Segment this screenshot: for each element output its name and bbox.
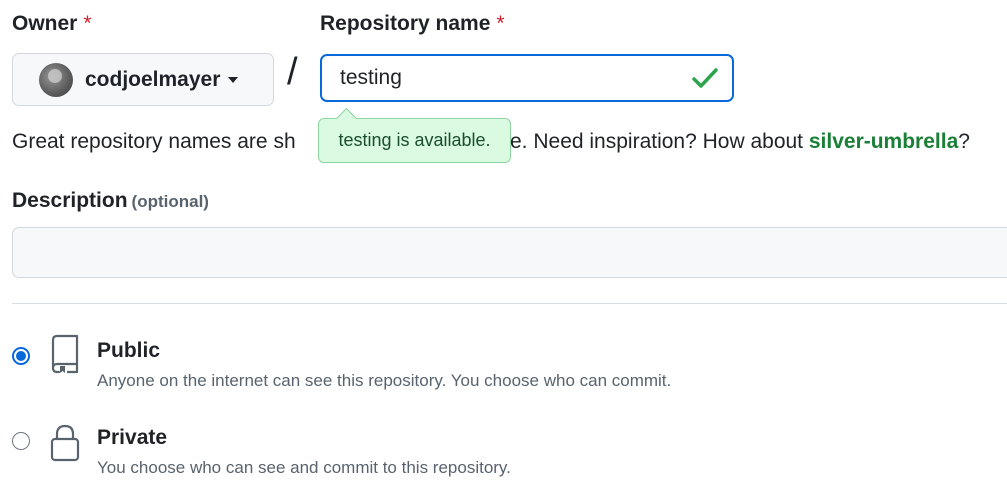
repository-required-mark: * xyxy=(496,12,505,35)
public-radio[interactable] xyxy=(12,347,30,365)
repository-name-label: Repository name * xyxy=(320,12,505,36)
repository-name-field xyxy=(320,54,734,102)
avatar xyxy=(39,62,73,97)
public-option-title[interactable]: Public xyxy=(97,339,160,363)
repository-name-label-text: Repository name xyxy=(320,12,491,35)
description-input[interactable] xyxy=(12,227,1007,278)
availability-tooltip: testing is available. xyxy=(318,118,511,163)
owner-name: codjoelmayer xyxy=(85,67,221,91)
private-option-description: You choose who can see and commit to thi… xyxy=(97,458,511,477)
description-label: Description (optional) xyxy=(12,189,209,213)
caret-down-icon xyxy=(228,76,239,83)
owner-label-text: Owner xyxy=(12,12,78,35)
lock-icon xyxy=(50,424,80,462)
description-optional-text: (optional) xyxy=(131,192,209,211)
helper-text-start: Great repository names are sh xyxy=(12,130,296,153)
owner-required-mark: * xyxy=(83,12,92,35)
owner-repo-separator: / xyxy=(287,51,298,93)
private-option-title[interactable]: Private xyxy=(97,426,167,450)
suggested-name-link[interactable]: silver-umbrella xyxy=(809,130,958,153)
description-label-text: Description xyxy=(12,189,128,212)
owner-dropdown[interactable]: codjoelmayer xyxy=(12,53,274,106)
repository-name-input[interactable] xyxy=(322,56,732,100)
availability-tooltip-text: testing is available. xyxy=(338,130,491,150)
create-repository-form: Owner* codjoelmayer / Repository name* G… xyxy=(0,0,1007,480)
owner-label: Owner * xyxy=(12,12,92,36)
repo-icon xyxy=(51,334,79,374)
private-radio[interactable] xyxy=(12,432,30,450)
section-divider xyxy=(12,303,1007,304)
helper-text-end: e. Need inspiration? How about xyxy=(510,130,809,153)
public-option-description: Anyone on the internet can see this repo… xyxy=(97,371,672,390)
helper-question-mark: ? xyxy=(958,130,970,153)
check-icon xyxy=(692,68,718,88)
